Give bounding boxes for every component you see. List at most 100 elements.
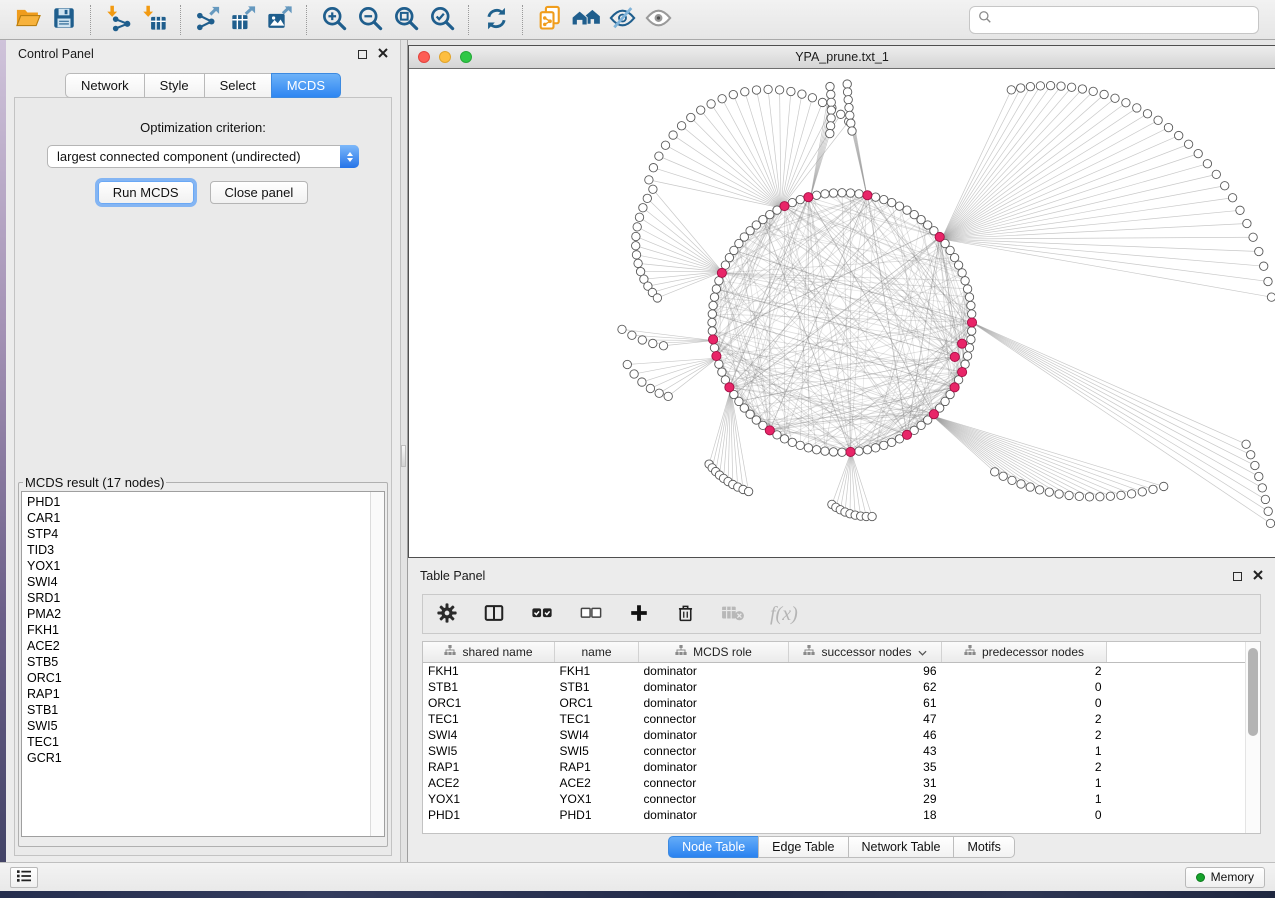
zoom-in-button[interactable] xyxy=(316,4,352,36)
table-row[interactable]: SWI5SWI5connector431 xyxy=(423,743,1246,759)
table-row[interactable]: ACE2ACE2connector311 xyxy=(423,775,1246,791)
refresh-icon xyxy=(483,5,510,35)
table-row[interactable]: YOX1YOX1connector291 xyxy=(423,791,1246,807)
table-row[interactable]: STB1STB1dominator620 xyxy=(423,679,1246,695)
export-image-button[interactable] xyxy=(262,4,298,36)
close-panel-icon[interactable] xyxy=(378,47,388,61)
import-network-icon xyxy=(104,4,132,35)
tab-edge-table[interactable]: Edge Table xyxy=(758,836,847,858)
zoom-selected-icon xyxy=(429,5,456,35)
column-header-name[interactable]: name xyxy=(555,642,639,663)
mcds-result-item[interactable]: GCR1 xyxy=(27,750,370,766)
open-file-button[interactable] xyxy=(10,4,46,36)
mcds-tab-content: Optimization criterion: largest connecte… xyxy=(14,97,392,856)
table-scrollbar[interactable] xyxy=(1245,642,1260,833)
mcds-result-item[interactable]: SWI4 xyxy=(27,574,370,590)
trash-icon xyxy=(675,602,696,626)
column-header-shared-name[interactable]: shared name xyxy=(423,642,555,663)
column-header-mcds-role[interactable]: MCDS role xyxy=(639,642,789,663)
import-table-button[interactable] xyxy=(136,4,172,36)
tab-node-table[interactable]: Node Table xyxy=(668,836,758,858)
zoom-fit-button[interactable] xyxy=(388,4,424,36)
tab-motifs[interactable]: Motifs xyxy=(953,836,1014,858)
search-icon xyxy=(978,10,992,29)
table-row[interactable]: TEC1TEC1connector472 xyxy=(423,711,1246,727)
import-table-icon xyxy=(140,4,168,35)
float-panel-icon[interactable] xyxy=(358,50,367,59)
mcds-result-item[interactable]: ORC1 xyxy=(27,670,370,686)
show-all-button[interactable] xyxy=(568,4,604,36)
zoom-fit-icon xyxy=(393,5,420,35)
scrollbar-thumb-icon[interactable] xyxy=(1248,648,1258,736)
mcds-result-item[interactable]: STB1 xyxy=(27,702,370,718)
optimization-criterion-dropdown[interactable]: largest connected component (undirected) xyxy=(47,145,359,168)
tab-network-table[interactable]: Network Table xyxy=(848,836,954,858)
mcds-result-item[interactable]: RAP1 xyxy=(27,686,370,702)
delete-column-button[interactable] xyxy=(675,602,696,626)
main-toolbar xyxy=(0,0,1275,40)
mcds-result-item[interactable]: YOX1 xyxy=(27,558,370,574)
close-panel-icon[interactable] xyxy=(1253,569,1263,583)
export-network-button[interactable] xyxy=(190,4,226,36)
export-network-icon xyxy=(194,4,222,35)
clone-network-button[interactable] xyxy=(532,4,568,36)
table-row[interactable]: FKH1FKH1dominator962 xyxy=(423,663,1246,680)
save-session-button[interactable] xyxy=(46,4,82,36)
mcds-result-item[interactable]: SWI5 xyxy=(27,718,370,734)
panel-splitter[interactable] xyxy=(401,40,408,862)
search-input[interactable] xyxy=(998,11,1250,28)
mcds-result-item[interactable]: CAR1 xyxy=(27,510,370,526)
column-header-successor-nodes[interactable]: successor nodes xyxy=(789,642,942,663)
search-box xyxy=(969,6,1259,34)
run-mcds-button[interactable]: Run MCDS xyxy=(98,181,194,204)
eye-slash-icon xyxy=(608,4,637,35)
refresh-view-button[interactable] xyxy=(478,4,514,36)
mcds-list-scrollbar[interactable] xyxy=(370,492,384,836)
unchecked-boxes-icon xyxy=(579,602,603,627)
zoom-out-button[interactable] xyxy=(352,4,388,36)
export-image-icon xyxy=(266,4,294,35)
double-home-icon xyxy=(571,4,601,35)
float-panel-icon[interactable] xyxy=(1233,572,1242,581)
network-canvas[interactable] xyxy=(409,69,1275,557)
toggle-details-button[interactable] xyxy=(640,4,676,36)
show-column-button[interactable] xyxy=(483,602,505,627)
tab-style[interactable]: Style xyxy=(144,73,204,98)
zoom-out-icon xyxy=(357,5,384,35)
mcds-result-item[interactable]: PMA2 xyxy=(27,606,370,622)
mcds-result-item[interactable]: PHD1 xyxy=(27,494,370,510)
mcds-result-item[interactable]: STP4 xyxy=(27,526,370,542)
mcds-result-item[interactable]: TEC1 xyxy=(27,734,370,750)
export-table-button[interactable] xyxy=(226,4,262,36)
deselect-all-button[interactable] xyxy=(579,602,603,627)
table-row[interactable]: SWI4SWI4dominator462 xyxy=(423,727,1246,743)
select-all-button[interactable] xyxy=(530,602,554,627)
column-header-predecessor-nodes[interactable]: predecessor nodes xyxy=(942,642,1107,663)
add-column-button[interactable] xyxy=(628,602,650,627)
toolbar-separator xyxy=(180,5,182,35)
hide-selected-button[interactable] xyxy=(604,4,640,36)
tab-select[interactable]: Select xyxy=(204,73,271,98)
header-filler xyxy=(1107,642,1247,663)
import-network-button[interactable] xyxy=(100,4,136,36)
task-history-button[interactable] xyxy=(10,867,38,888)
zoom-selected-button[interactable] xyxy=(424,4,460,36)
tab-mcds[interactable]: MCDS xyxy=(271,73,341,98)
table-row[interactable]: ORC1ORC1dominator610 xyxy=(423,695,1246,711)
tab-network[interactable]: Network xyxy=(65,73,144,98)
table-row[interactable]: RAP1RAP1dominator352 xyxy=(423,759,1246,775)
delete-table-button[interactable] xyxy=(721,603,745,626)
fx-icon: f(x) xyxy=(770,604,798,624)
table-row[interactable]: PHD1PHD1dominator180 xyxy=(423,807,1246,823)
memory-button[interactable]: Memory xyxy=(1185,867,1265,888)
mcds-result-item[interactable]: FKH1 xyxy=(27,622,370,638)
function-builder-button[interactable]: f(x) xyxy=(770,604,798,624)
close-panel-button[interactable]: Close panel xyxy=(210,181,309,204)
mcds-result-item[interactable]: STB5 xyxy=(27,654,370,670)
table-settings-button[interactable] xyxy=(436,602,458,627)
mcds-result-item[interactable]: SRD1 xyxy=(27,590,370,606)
toolbar-separator xyxy=(306,5,308,35)
dropdown-value: largest connected component (undirected) xyxy=(57,149,340,164)
mcds-result-item[interactable]: TID3 xyxy=(27,542,370,558)
mcds-result-item[interactable]: ACE2 xyxy=(27,638,370,654)
